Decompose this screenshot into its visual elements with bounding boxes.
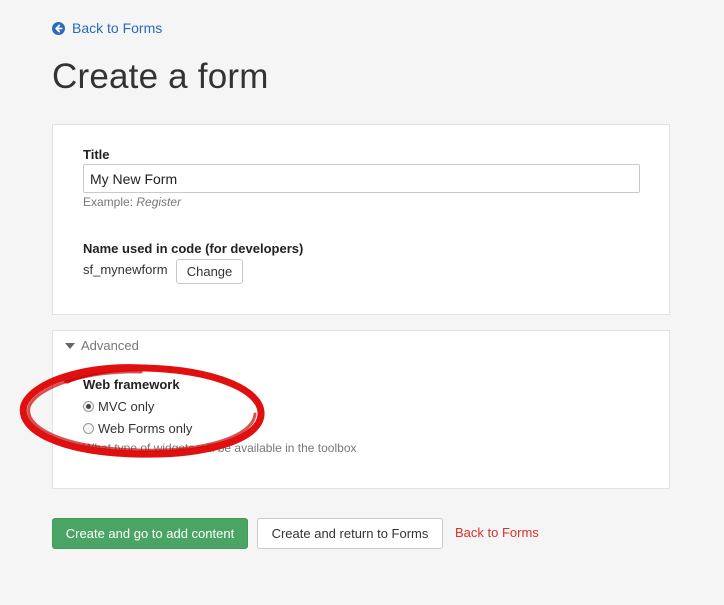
code-name-label: Name used in code (for developers) [83,241,304,256]
back-to-forms-label: Back to Forms [72,20,163,36]
title-hint-prefix: Example: [83,195,134,209]
circle-arrow-left-icon [52,21,65,35]
radio-web-forms-only[interactable]: Web Forms only [83,421,192,436]
change-code-name-button[interactable]: Change [176,259,243,284]
advanced-panel: Advanced Web framework MVC only Web Form… [52,330,670,489]
back-to-forms-link[interactable]: Back to Forms [52,20,162,36]
title-hint: Example: Register [83,195,181,209]
web-framework-label: Web framework [83,377,180,392]
radio-button-unchecked[interactable] [83,423,94,434]
title-input[interactable] [83,164,640,193]
caret-down-icon [65,342,75,349]
create-and-add-content-button[interactable]: Create and go to add content [52,518,248,549]
radio-mvc-only[interactable]: MVC only [83,399,154,414]
back-to-forms-cancel-link[interactable]: Back to Forms [455,525,539,540]
advanced-toggle-label: Advanced [81,338,139,353]
advanced-toggle[interactable]: Advanced [65,338,139,353]
form-details-panel: Title Example: Register Name used in cod… [52,124,670,315]
radio-web-forms-only-label: Web Forms only [98,421,193,436]
code-name-value: sf_mynewform [83,262,168,277]
radio-mvc-only-label: MVC only [98,399,155,414]
web-framework-help: What type of widgets will be available i… [83,441,357,455]
create-and-return-button[interactable]: Create and return to Forms [257,518,443,549]
title-hint-example: Register [136,195,182,209]
title-label: Title [83,147,110,162]
page-title: Create a form [52,57,269,96]
radio-button-checked[interactable] [83,401,94,412]
